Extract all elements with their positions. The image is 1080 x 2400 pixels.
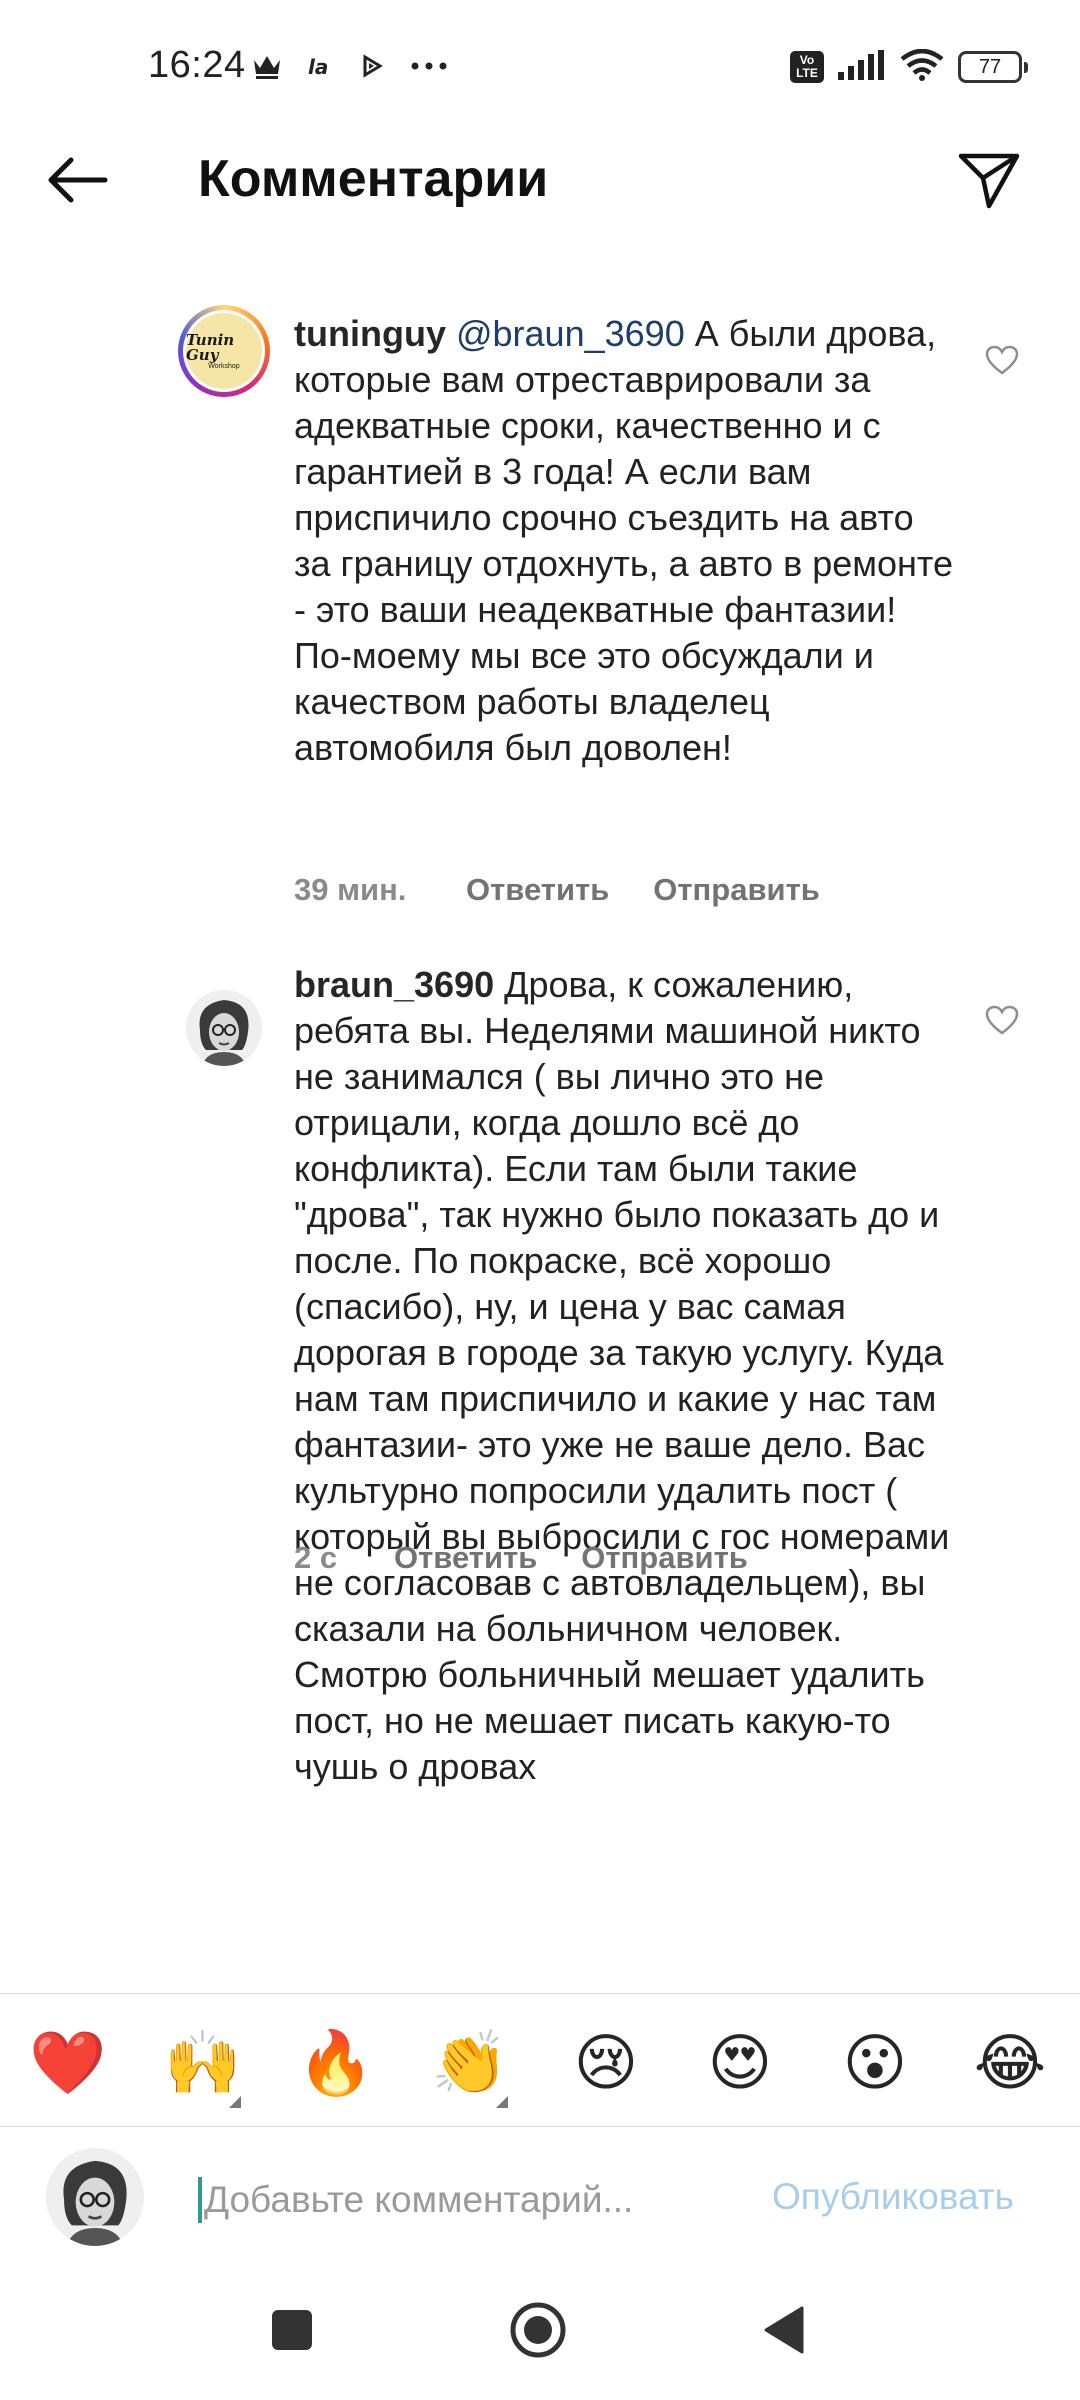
publish-button[interactable]: Опубликовать <box>772 2176 1014 2218</box>
back-triangle-icon <box>762 2306 806 2359</box>
crown-icon <box>252 52 282 80</box>
like-button[interactable] <box>982 342 1022 382</box>
home-icon <box>508 2300 568 2365</box>
status-right-icons: Vo LTE 77 <box>790 44 1028 90</box>
play-icon <box>360 54 384 78</box>
svg-text:la: la <box>308 55 328 78</box>
emoji-clapping[interactable]: 👏 <box>430 2024 510 2108</box>
share-button[interactable] <box>952 145 1026 219</box>
comment-mention[interactable]: @braun_3690 <box>456 313 685 354</box>
heart-outline-icon <box>985 1005 1019 1040</box>
comment-input[interactable]: Добавьте комментарий... <box>198 2170 718 2230</box>
page-title: Комментарии <box>198 150 549 208</box>
tuninguy-logo-icon: Tunin Guy Workshop <box>186 313 262 389</box>
system-nav-bar <box>0 2268 1080 2400</box>
skin-tone-indicator <box>229 2096 241 2108</box>
comment-time: 39 мин. <box>294 872 407 907</box>
emoji-laughing[interactable]: 😂 <box>970 2024 1050 2104</box>
header: Комментарии <box>0 135 1080 225</box>
paper-plane-icon <box>957 150 1021 215</box>
comment-username[interactable]: braun_3690 <box>294 964 494 1005</box>
skin-tone-indicator <box>496 2096 508 2108</box>
battery-icon: 77 <box>958 51 1028 83</box>
heart-outline-icon <box>985 345 1019 380</box>
comment-meta: 2 с Ответить Отправить <box>294 1540 748 1576</box>
back-button[interactable] <box>40 145 114 219</box>
comment-input-bar: Добавьте комментарий... Опубликовать <box>0 2128 1080 2268</box>
status-left-icons: la <box>252 44 448 88</box>
more-dots-icon <box>410 61 448 71</box>
la-icon: la <box>308 54 334 78</box>
avatar[interactable]: Tunin Guy Workshop <box>178 305 270 397</box>
comment-content: А были дрова, которые вам отреставрирова… <box>294 313 954 768</box>
status-bar: 16:24 la Vo LTE 77 <box>0 0 1080 135</box>
emoji-raising-hands[interactable]: 🙌 <box>163 2024 243 2108</box>
text-caret <box>198 2177 202 2223</box>
wifi-icon <box>900 48 944 86</box>
comment-time: 2 с <box>294 1540 338 1575</box>
user-portrait-icon <box>46 2148 144 2246</box>
comment-username[interactable]: tuninguy <box>294 313 446 354</box>
recent-apps-button[interactable] <box>252 2292 332 2372</box>
comment-meta: 39 мин. Ответить Отправить <box>294 872 820 908</box>
comment-content: Дрова, к сожалению, ребята вы. Неделями … <box>294 964 950 1787</box>
recent-apps-icon <box>270 2308 314 2357</box>
home-button[interactable] <box>498 2292 578 2372</box>
back-nav-button[interactable] <box>744 2292 824 2372</box>
arrow-left-icon <box>45 156 109 209</box>
reply-button[interactable]: Ответить <box>394 1540 537 1576</box>
emoji-crying[interactable]: 😢 <box>566 2024 646 2104</box>
comment-text: braun_3690 Дрова, к сожалению, ребята вы… <box>294 962 954 1790</box>
emoji-heart[interactable]: ❤️ <box>28 2024 108 2104</box>
signal-icon <box>838 49 886 85</box>
comment-text: tuninguy @braun_3690 А были дрова, котор… <box>294 311 954 771</box>
current-user-avatar <box>46 2148 144 2246</box>
emoji-heart-eyes[interactable]: 😍 <box>700 2024 780 2104</box>
emoji-bar: ❤️ 🙌 🔥 👏 😢 😍 😮 😂 <box>0 1993 1080 2127</box>
emoji-surprised[interactable]: 😮 <box>835 2024 915 2104</box>
avatar[interactable] <box>186 990 262 1066</box>
like-button[interactable] <box>982 1002 1022 1042</box>
comment-input-placeholder: Добавьте комментарий... <box>204 2179 634 2220</box>
reply-button[interactable]: Ответить <box>466 872 609 908</box>
user-portrait-icon <box>186 990 262 1066</box>
emoji-fire[interactable]: 🔥 <box>296 2024 376 2104</box>
send-button[interactable]: Отправить <box>653 872 820 908</box>
send-button[interactable]: Отправить <box>581 1540 748 1576</box>
volte-icon: Vo LTE <box>790 51 824 83</box>
status-time: 16:24 <box>148 44 246 86</box>
